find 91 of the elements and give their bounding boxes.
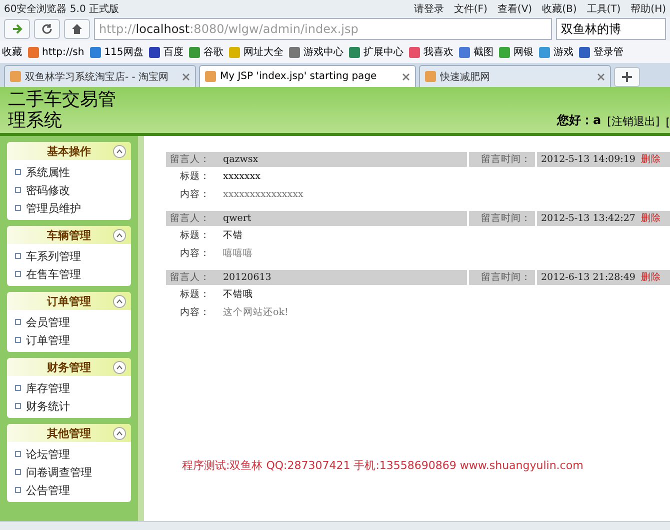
new-tab-button[interactable] <box>614 67 640 87</box>
forward-button[interactable] <box>4 19 30 39</box>
site-title: 二手车交易管理系统 <box>8 89 117 131</box>
panel-title[interactable]: 基本操作 <box>7 142 131 160</box>
menu-link[interactable]: 管理员维护 <box>15 199 131 217</box>
header-link[interactable]: [ <box>666 116 670 129</box>
menu-item[interactable]: 工具(T) <box>586 2 621 16</box>
collapse-icon[interactable] <box>113 295 126 308</box>
field-label: 留言时间： <box>469 270 535 285</box>
delete-link[interactable]: 删除 <box>641 211 670 226</box>
content-value: 这个网站还ok! <box>222 306 290 320</box>
content-value: xxxxxxxxxxxxxxx <box>222 188 304 202</box>
close-icon[interactable] <box>597 72 605 80</box>
field-label: 留言人： <box>166 211 219 226</box>
time-value: 2012-5-13 13:42:27 <box>537 211 641 226</box>
menu-link[interactable]: 车系列管理 <box>15 247 131 265</box>
home-icon <box>71 23 83 35</box>
bookmark-link[interactable]: http://sh <box>28 46 84 58</box>
greeting: 您好：a <box>557 112 602 129</box>
refresh-icon <box>41 23 53 35</box>
field-label: 留言人： <box>166 152 219 167</box>
menu-link[interactable]: 系统属性 <box>15 163 131 181</box>
menu-link[interactable]: 在售车管理 <box>15 265 131 283</box>
field-label: 留言时间： <box>469 211 535 226</box>
bookmark-link[interactable]: 网址大全 <box>229 45 284 59</box>
address-field[interactable]: http://localhost:8080/wlgw/admin/index.jsp <box>94 18 552 40</box>
bookmark-link[interactable]: 115网盘 <box>90 45 144 59</box>
url-text: http://localhost:8080/wlgw/admin/index.jsp <box>99 22 358 36</box>
panel-title[interactable]: 财务管理 <box>7 358 131 376</box>
window-title: 60安全浏览器 5.0 正式版 <box>4 2 119 16</box>
field-label: 标题： <box>179 228 211 242</box>
bookmark-link[interactable]: 登录管 <box>579 45 624 59</box>
bookmark-link[interactable]: 游戏 <box>539 45 574 59</box>
author-value: 20120613 <box>219 270 467 285</box>
menu-item[interactable]: 收藏(B) <box>542 2 577 16</box>
collapse-icon[interactable] <box>113 229 126 242</box>
menu-item[interactable]: 文件(F) <box>454 2 488 16</box>
field-label: 内容： <box>179 306 211 320</box>
browser-tab[interactable]: My JSP 'index.jsp' starting page <box>199 65 416 87</box>
browser-tab[interactable]: 双鱼林学习系统淘宝店- - 淘宝网 <box>4 65 196 87</box>
time-value: 2012-6-13 21:28:49 <box>537 270 641 285</box>
bookmark-link[interactable]: 百度 <box>149 45 184 59</box>
bookmark-link[interactable]: 谷歌 <box>189 45 224 59</box>
field-label: 标题： <box>179 170 211 184</box>
header-link[interactable]: [注销退出] <box>607 114 660 129</box>
menu-link[interactable]: 财务统计 <box>15 397 131 415</box>
menu-link[interactable]: 密码修改 <box>15 181 131 199</box>
bookmark-link[interactable]: 网银 <box>499 45 534 59</box>
bookmark-link[interactable]: 截图 <box>459 45 494 59</box>
field-label: 内容： <box>179 246 211 260</box>
title-value: 不错哦 <box>222 288 254 302</box>
home-button[interactable] <box>64 19 90 39</box>
search-field[interactable]: 双鱼林的博 <box>556 18 666 40</box>
bookmark-link[interactable]: 扩展中心 <box>349 45 404 59</box>
field-label: 留言人： <box>166 270 219 285</box>
bookmark-link[interactable]: 游戏中心 <box>289 45 344 59</box>
title-value: 不错 <box>222 228 244 242</box>
delete-link[interactable]: 删除 <box>641 270 670 285</box>
menu-link[interactable]: 会员管理 <box>15 313 131 331</box>
bookmark-link[interactable]: 我喜欢 <box>409 45 454 59</box>
menu-link[interactable]: 订单管理 <box>15 331 131 349</box>
menu-link[interactable]: 问卷调查管理 <box>15 463 131 481</box>
author-value: qwert <box>219 211 467 226</box>
close-icon[interactable] <box>402 72 410 80</box>
time-value: 2012-5-13 14:09:19 <box>537 152 641 167</box>
delete-link[interactable]: 删除 <box>641 152 670 167</box>
content-value: 嘻嘻嘻 <box>222 246 254 260</box>
arrow-icon <box>11 23 23 35</box>
menu-link[interactable]: 库存管理 <box>15 379 131 397</box>
refresh-button[interactable] <box>34 19 60 39</box>
menu-item[interactable]: 查看(V) <box>497 2 532 16</box>
field-label: 标题： <box>179 288 211 302</box>
close-icon[interactable] <box>182 72 190 80</box>
contact-note: 程序测试:双鱼林 QQ:287307421 手机:13558690869 www.shuangyulin.com <box>181 458 584 473</box>
field-label: 内容： <box>179 188 211 202</box>
bookmarks-menu[interactable]: 收藏 <box>2 45 22 59</box>
menu-item[interactable]: 帮助(H) <box>630 2 666 16</box>
panel-title[interactable]: 订单管理 <box>7 292 131 310</box>
menu-link[interactable]: 公告管理 <box>15 481 131 499</box>
field-label: 留言时间： <box>469 152 535 167</box>
browser-tab[interactable]: 快速减肥网 <box>419 65 611 87</box>
menu-link[interactable]: 论坛管理 <box>15 445 131 463</box>
collapse-icon[interactable] <box>113 145 126 158</box>
collapse-icon[interactable] <box>113 361 126 374</box>
login-link[interactable]: 请登录 <box>414 2 444 16</box>
collapse-icon[interactable] <box>113 427 126 440</box>
panel-title[interactable]: 其他管理 <box>7 424 131 442</box>
panel-title[interactable]: 车辆管理 <box>7 226 131 244</box>
plus-icon <box>622 72 632 82</box>
title-value: xxxxxxx <box>222 170 262 184</box>
author-value: qazwsx <box>219 152 467 167</box>
